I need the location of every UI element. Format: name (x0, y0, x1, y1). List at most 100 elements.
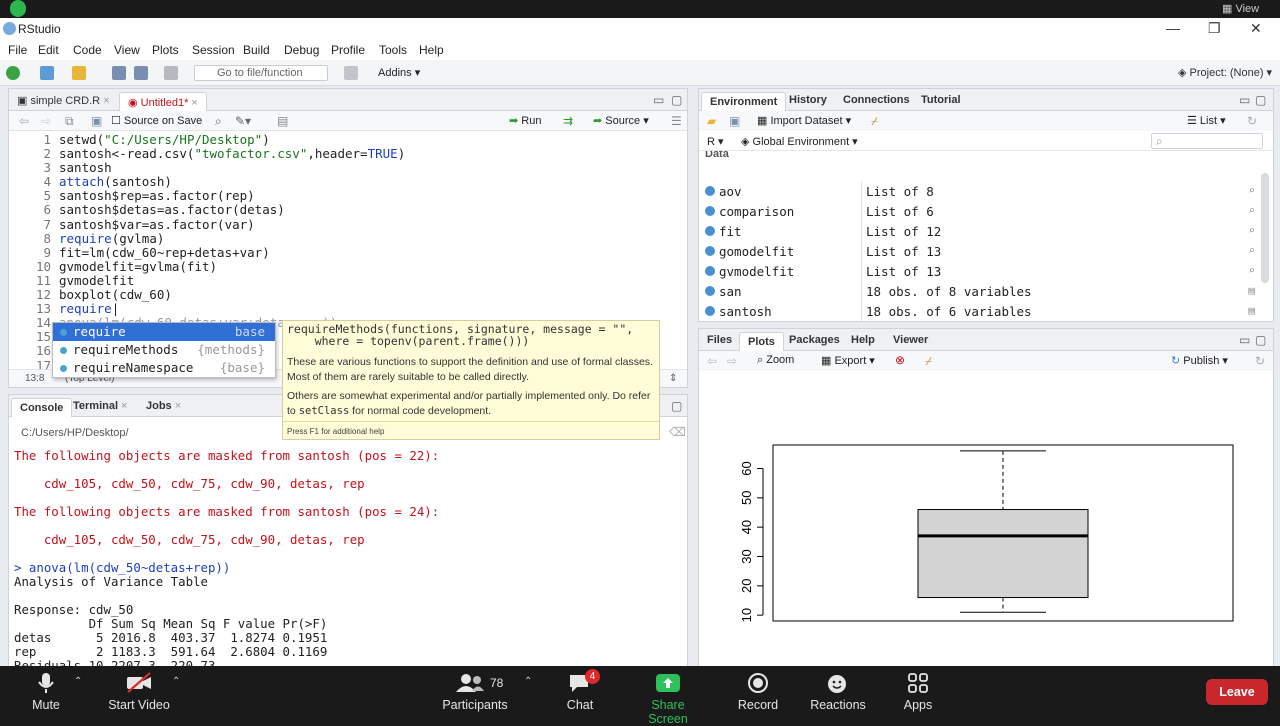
console-output[interactable]: The following objects are masked from sa… (14, 449, 439, 673)
env-row[interactable]: gomodelfit List of 13 ⌕ (703, 241, 1259, 261)
menu-debug[interactable]: Debug (284, 43, 319, 57)
working-directory-path[interactable]: C:/Users/HP/Desktop/ (21, 427, 129, 439)
env-row[interactable]: san 18 obs. of 8 variables ▤ (703, 281, 1259, 301)
maximize-pane-icon[interactable]: ▢ (1255, 93, 1266, 107)
addins-menu[interactable]: Addins ▾ (378, 66, 420, 79)
publish-menu[interactable]: ↻ Publish ▾ (1171, 354, 1228, 367)
table-view-icon[interactable]: ▤ (1248, 304, 1255, 317)
save-all-icon[interactable] (134, 66, 148, 80)
code-tools-icon[interactable]: ✎▾ (235, 114, 251, 128)
menu-plots[interactable]: Plots (152, 43, 179, 57)
clear-plots-broom-icon[interactable]: ⌿ (925, 354, 932, 369)
video-options-icon[interactable]: ⌃ (172, 676, 180, 687)
tab-jobs[interactable]: Jobs × (146, 400, 181, 412)
env-row[interactable]: comparison List of 6 ⌕ (703, 201, 1259, 221)
maximize-pane-icon[interactable]: ▢ (1255, 333, 1266, 347)
participants-options-icon[interactable]: ⌃ (524, 676, 532, 687)
expand-icon[interactable] (705, 246, 715, 256)
save-workspace-icon[interactable]: ▣ (729, 114, 740, 128)
share-screen-button[interactable]: Share Screen (630, 672, 706, 726)
refresh-icon[interactable]: ↻ (1255, 354, 1265, 368)
export-menu[interactable]: ▦ Export ▾ (821, 354, 875, 367)
view-icon[interactable]: ⌕ (1248, 204, 1255, 217)
expand-icon[interactable] (705, 206, 715, 216)
menu-profile[interactable]: Profile (331, 43, 365, 57)
security-shield-icon[interactable] (10, 0, 26, 17)
script-type-menu[interactable]: ⇕ (669, 373, 677, 384)
load-workspace-icon[interactable]: ▰ (707, 114, 716, 128)
new-project-icon[interactable] (40, 66, 54, 80)
tab-help[interactable]: Help (851, 334, 875, 346)
list-view-menu[interactable]: ☰ List ▾ (1187, 114, 1226, 127)
menu-tools[interactable]: Tools (379, 43, 407, 57)
view-icon[interactable]: ⌕ (1248, 224, 1255, 237)
tab-simple-crd[interactable]: ▣ simple CRD.R × (17, 94, 110, 107)
maximize-button[interactable]: ❐ (1208, 20, 1221, 37)
env-row[interactable]: fit List of 12 ⌕ (703, 221, 1259, 241)
source-button[interactable]: ➦ Source ▾ (593, 114, 649, 127)
tab-untitled1[interactable]: ◉ Untitled1* × (119, 92, 207, 112)
language-menu[interactable]: R ▾ (707, 135, 724, 148)
menu-file[interactable]: File (8, 43, 27, 57)
save-icon[interactable] (112, 66, 126, 80)
menu-edit[interactable]: Edit (38, 43, 59, 57)
start-video-button[interactable]: Start Video (104, 672, 174, 712)
minimize-pane-icon[interactable]: ▭ (1239, 333, 1250, 347)
outline-icon[interactable]: ☰ (671, 114, 682, 128)
autocomplete-item[interactable]: require base (53, 323, 275, 341)
menu-session[interactable]: Session (192, 43, 235, 57)
remove-plot-icon[interactable]: ⊗ (895, 353, 905, 367)
refresh-icon[interactable]: ↻ (1247, 114, 1257, 128)
code-editor[interactable]: setwd("C:/Users/HP/Desktop") santosh<-rea… (59, 132, 405, 330)
tab-connections[interactable]: Connections (843, 94, 910, 106)
autocomplete-item[interactable]: requireMethods {methods} (53, 341, 275, 359)
expand-icon[interactable] (705, 286, 715, 296)
expand-icon[interactable] (705, 226, 715, 236)
tab-environment[interactable]: Environment (701, 92, 787, 111)
record-button[interactable]: Record (736, 672, 780, 712)
new-file-icon[interactable] (6, 66, 20, 80)
autocomplete-item[interactable]: requireNamespace {base} (53, 359, 275, 377)
minimize-pane-icon[interactable]: ▭ (1239, 93, 1250, 107)
reactions-button[interactable]: Reactions (808, 672, 868, 712)
leave-button[interactable]: Leave (1206, 679, 1268, 705)
menu-build[interactable]: Build (243, 43, 270, 57)
environment-search-input[interactable]: ⌕ (1151, 133, 1263, 149)
scope-menu[interactable]: ◈ Global Environment ▾ (741, 135, 858, 148)
menu-code[interactable]: Code (73, 43, 102, 57)
print-icon[interactable] (164, 66, 178, 80)
tab-packages[interactable]: Packages (789, 334, 840, 346)
goto-file-input[interactable]: Go to file/function (194, 65, 328, 81)
expand-icon[interactable] (705, 266, 715, 276)
tab-console[interactable]: Console (11, 398, 73, 417)
env-row[interactable]: santosh 18 obs. of 6 variables ▤ (703, 301, 1259, 321)
mute-button[interactable]: Mute (26, 672, 66, 712)
forward-arrow-icon[interactable]: ⇨ (41, 114, 51, 128)
apps-button[interactable]: Apps (898, 672, 938, 712)
minimize-pane-icon[interactable]: ▭ (653, 93, 664, 107)
view-icon[interactable]: ⌕ (1248, 244, 1255, 257)
close-tab-icon[interactable]: × (191, 97, 197, 109)
tab-history[interactable]: History (789, 94, 827, 106)
close-tab-icon[interactable]: × (103, 95, 109, 107)
source-on-save-checkbox[interactable]: ☐ Source on Save (111, 114, 202, 127)
next-plot-icon[interactable]: ⇨ (727, 354, 737, 368)
zoom-button[interactable]: ⌕ Zoom (757, 354, 794, 367)
run-button[interactable]: ➡ Run (509, 114, 541, 127)
audio-options-icon[interactable]: ⌃ (74, 676, 82, 687)
save-icon[interactable]: ▣ (91, 114, 102, 128)
back-arrow-icon[interactable]: ⇦ (19, 114, 29, 128)
tab-terminal[interactable]: Terminal × (73, 400, 128, 412)
import-dataset-button[interactable]: ▦ Import Dataset ▾ (757, 114, 851, 127)
env-row[interactable]: aov List of 8 ⌕ (703, 181, 1259, 201)
table-view-icon[interactable]: ▤ (1248, 284, 1255, 297)
grid-layout-icon[interactable] (344, 66, 358, 80)
tab-viewer[interactable]: Viewer (893, 334, 928, 346)
tab-tutorial[interactable]: Tutorial (921, 94, 961, 106)
project-menu[interactable]: ◈ Project: (None) ▾ (1178, 66, 1272, 79)
view-icon[interactable]: ⌕ (1248, 264, 1255, 277)
close-tab-icon[interactable]: × (175, 400, 181, 412)
scrollbar[interactable] (1261, 173, 1269, 283)
env-row[interactable]: gvmodelfit List of 13 ⌕ (703, 261, 1259, 281)
open-file-icon[interactable] (72, 66, 86, 80)
